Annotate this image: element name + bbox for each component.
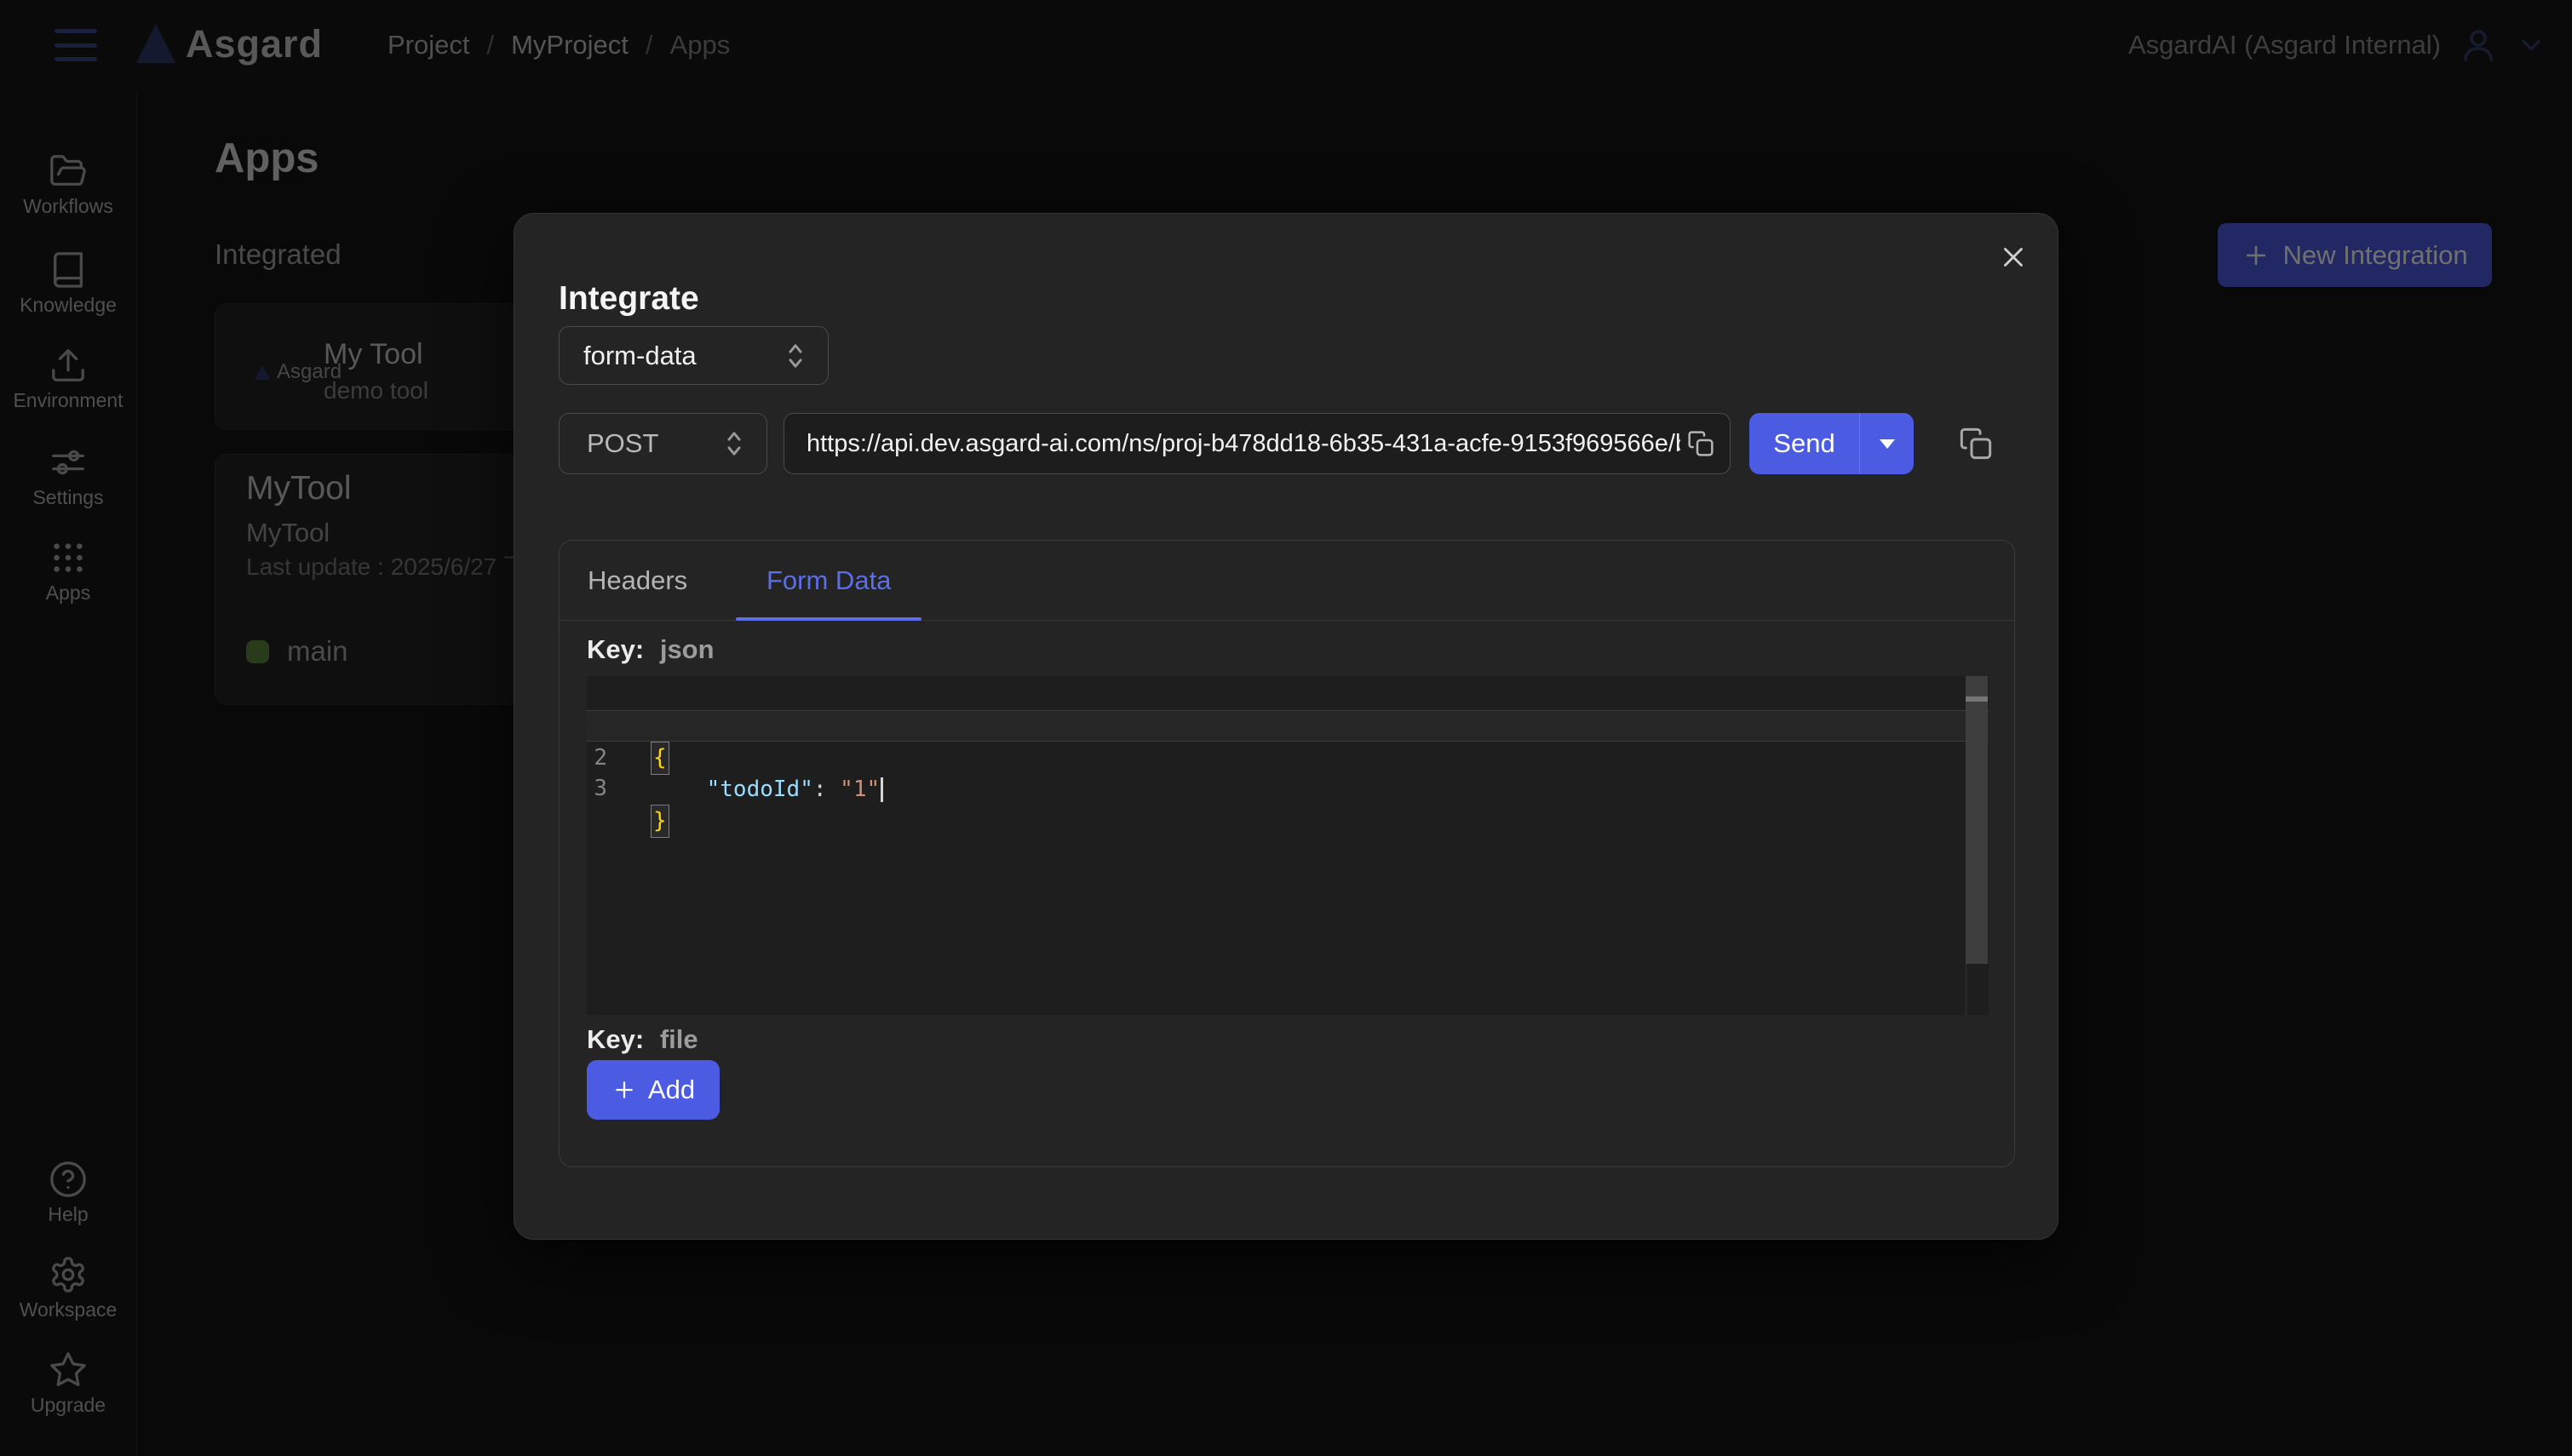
key-name: json [660,634,715,664]
json-key-token: "todoId" [707,777,813,802]
editor-scrollbar[interactable] [1966,676,1988,964]
key-name: file [660,1024,698,1054]
form-field-key-json: Key: json [587,634,715,665]
close-icon[interactable] [1992,236,2035,278]
tab-headers[interactable]: Headers [588,541,687,621]
body-type-select[interactable]: form-data [559,326,829,385]
copy-request-icon[interactable] [1955,423,1996,464]
send-button[interactable]: Send [1749,413,1859,474]
plus-icon [611,1077,637,1103]
caret-down-icon [1880,439,1895,449]
form-field-key-file: Key: file [587,1024,698,1055]
send-button-group: Send [1749,413,1914,474]
integrate-modal: Integrate form-data POST Send [514,213,2058,1240]
text-cursor [881,777,883,802]
close-brace: } [653,808,667,834]
body-type-value: form-data [583,341,785,371]
chevron-updown-icon [785,341,806,370]
json-code-editor[interactable]: 1 { 2 "todoId": "1" 3 } [587,676,1989,1015]
key-prefix: Key: [587,634,644,664]
tab-label: Form Data [766,565,891,596]
tab-form-data[interactable]: Form Data [766,541,891,621]
add-file-button[interactable]: Add [587,1060,720,1120]
scrollbar-cursor-marker [1966,696,1988,702]
send-label: Send [1773,428,1834,459]
request-config-panel: Headers Form Data Key: json 1 { 2 "todoI… [559,540,2015,1167]
colon-token: : [813,777,840,802]
add-label: Add [648,1075,695,1105]
request-url-input[interactable] [784,414,1687,473]
code-line-3: 3 } [587,742,1989,773]
tabs-row: Headers Form Data [560,541,2014,621]
chevron-updown-icon [724,429,744,458]
key-prefix: Key: [587,1024,644,1054]
active-tab-indicator [736,617,921,621]
modal-title: Integrate [559,280,699,318]
code-line-1: 1 { [587,679,1989,710]
request-url-field [784,413,1731,474]
http-method-value: POST [587,428,724,459]
http-method-select[interactable]: POST [559,413,767,474]
copy-url-icon[interactable] [1687,430,1714,457]
send-options-button[interactable] [1859,413,1914,474]
tab-label: Headers [588,565,687,596]
line-number: 3 [587,773,607,805]
code-line-2-current: 2 "todoId": "1" [587,710,1989,742]
json-value-token: "1" [840,777,880,802]
